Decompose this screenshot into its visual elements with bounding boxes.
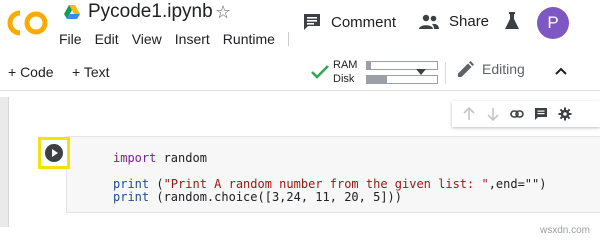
check-icon (311, 65, 329, 79)
share-label: Share (449, 13, 490, 30)
play-icon (52, 149, 58, 157)
code-line: print (random.choice([3,24, 11, 20, 5])) (113, 191, 402, 204)
code-keyword: import (113, 151, 157, 165)
disk-bar (366, 75, 438, 84)
toolbar-divider (445, 62, 446, 84)
code-function: print (113, 190, 150, 204)
menu-insert[interactable]: Insert (175, 31, 210, 48)
menu-bar: File Edit View Insert Runtime (59, 31, 288, 48)
code-text: random (156, 151, 207, 165)
drive-icon[interactable] (64, 5, 80, 19)
comment-icon (304, 14, 320, 30)
cell-side-rail (0, 97, 9, 227)
notebook-title[interactable]: Pycode1.ipynb (88, 1, 213, 23)
run-button-highlight (38, 137, 70, 169)
star-outline-icon[interactable]: ☆ (215, 2, 231, 22)
menu-view[interactable]: View (132, 31, 162, 48)
menu-edit[interactable]: Edit (95, 31, 119, 48)
editing-mode-button[interactable]: Editing (458, 61, 525, 77)
code-string: "Print A random number from the given li… (163, 177, 489, 191)
flask-icon[interactable] (505, 12, 519, 30)
code-text: ( (149, 177, 164, 191)
code-line: import random (113, 152, 207, 165)
run-cell-button[interactable] (45, 144, 63, 162)
code-text: ,end="") (488, 177, 547, 191)
code-function: print (113, 177, 150, 191)
ram-bar (366, 61, 438, 70)
code-cell: import random print ("Print A random num… (30, 111, 600, 219)
chevron-down-icon[interactable] (416, 69, 426, 75)
code-content: import random print ("Print A random num… (113, 142, 546, 207)
notebook-area: import random print ("Print A random num… (0, 90, 600, 244)
menu-file[interactable]: File (59, 31, 82, 48)
ram-bar-fill (367, 62, 372, 69)
pencil-icon (458, 61, 474, 77)
add-text-button[interactable]: + Text (72, 64, 110, 81)
menu-runtime[interactable]: Runtime (223, 31, 275, 48)
share-button[interactable]: Share (419, 13, 489, 30)
menu-divider (288, 32, 289, 46)
ram-label: RAM (333, 59, 358, 71)
avatar[interactable]: P (537, 7, 569, 39)
chevron-up-icon[interactable] (555, 67, 567, 75)
comment-label: Comment (331, 13, 397, 31)
colab-logo[interactable] (6, 10, 50, 36)
add-code-button[interactable]: + Code (8, 64, 54, 81)
notebook-toolbar: + Code + Text RAM Disk Editing (0, 56, 600, 90)
disk-bar-fill (367, 76, 387, 83)
header: Pycode1.ipynb ☆ File Edit View Insert Ru… (0, 0, 600, 56)
code-text: (random.choice([3,24, 11, 20, 5])) (149, 190, 402, 204)
people-icon (419, 14, 439, 29)
code-editor[interactable]: import random print ("Print A random num… (66, 136, 600, 213)
comment-button[interactable]: Comment (303, 13, 396, 31)
disk-label: Disk (333, 73, 355, 85)
watermark: wsxdn.com (540, 225, 591, 236)
editing-label: Editing (482, 61, 525, 77)
